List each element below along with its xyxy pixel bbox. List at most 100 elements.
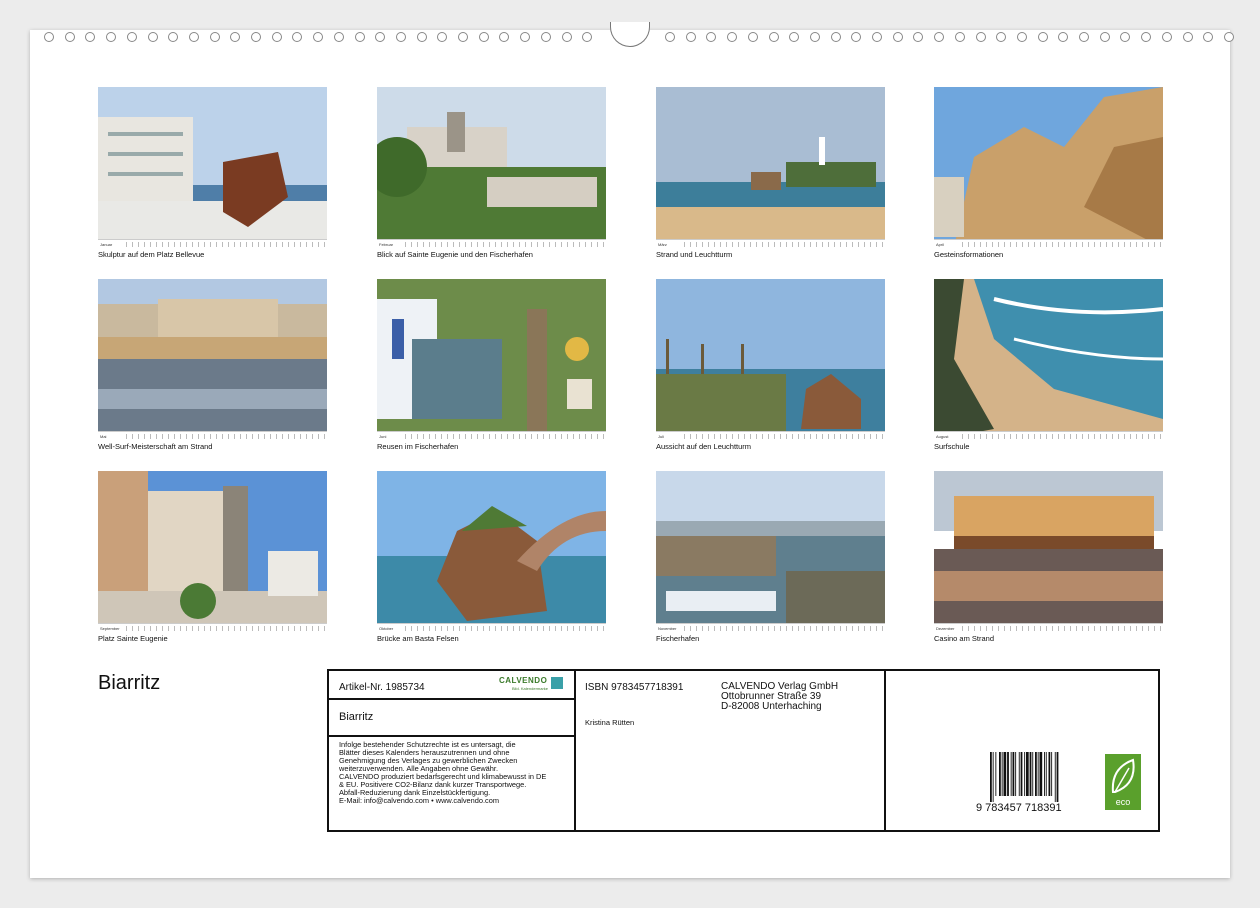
month-label: Dezember (936, 625, 955, 631)
photo-image (656, 279, 885, 440)
binding-hole (458, 32, 468, 42)
publisher-line: D-82008 Unterhaching (721, 701, 822, 712)
month-strip: Januar (98, 239, 327, 248)
month-strip: April (934, 239, 1163, 248)
barcode-bar (990, 752, 992, 802)
barcode-bar (1045, 752, 1047, 796)
barcode-bar (1035, 752, 1037, 796)
month-label: Februar (379, 241, 394, 247)
photo-caption: Casino am Strand (934, 634, 995, 643)
month-strip: Mai (98, 431, 327, 440)
binding-hole (561, 32, 572, 42)
barcode-bar (999, 752, 1001, 796)
photo-caption: Skulptur auf dem Platz Bellevue (98, 250, 205, 259)
photo-thumbnail[interactable]: Oktober (377, 471, 606, 632)
barcode-bar (1007, 752, 1009, 796)
binding-hole (540, 32, 551, 42)
binding-hole (1203, 32, 1214, 42)
author: Kristina Rütten (585, 718, 635, 727)
month-label: Januar (100, 241, 113, 247)
photo-thumbnail[interactable]: November (656, 471, 885, 632)
binding-hole (106, 32, 117, 42)
photo-thumbnail[interactable]: Juli (656, 279, 885, 440)
binding-hole (1182, 32, 1193, 42)
month-strip: November (656, 623, 885, 632)
binding-hole (665, 32, 675, 42)
barcode-bar (1010, 752, 1012, 796)
photo-thumbnail[interactable]: Juni (377, 279, 606, 440)
photo-image (377, 471, 606, 632)
binding-hole (768, 32, 779, 42)
box-title: Biarritz (339, 711, 374, 723)
month-strip: August (934, 431, 1163, 440)
photo-image (377, 279, 606, 440)
binding-hole (188, 32, 199, 42)
binding-hole (126, 32, 137, 42)
photo-caption: Strand und Leuchtturm (656, 250, 733, 259)
photo-caption: Surfschule (934, 442, 970, 451)
photo-thumbnail[interactable]: September (98, 471, 327, 632)
binding-hole (1099, 32, 1110, 42)
month-strip: Juli (656, 431, 885, 440)
binding-hole (478, 32, 489, 42)
binding-hole (685, 32, 696, 42)
photo-image (98, 87, 327, 248)
photo-image (934, 279, 1163, 440)
barcode-bar (1044, 752, 1045, 796)
photo-caption: Fischerhafen (656, 634, 700, 643)
barcode-bar (1048, 752, 1051, 796)
month-label: September (100, 625, 120, 631)
photo-thumbnail[interactable]: Mai (98, 279, 327, 440)
binding-hole (727, 32, 738, 42)
legal-line: E-Mail: info@calvendo.com • www.calvendo… (339, 796, 500, 805)
photo-thumbnail[interactable]: Februar (377, 87, 606, 248)
eco-label: eco (1115, 797, 1131, 807)
binding-hole (395, 32, 406, 42)
binding-hole (996, 32, 1007, 42)
barcode-bar (1037, 752, 1039, 796)
binding-hole (209, 32, 220, 42)
binding-hole (1120, 32, 1131, 42)
calvendo-logo-icon (551, 677, 563, 689)
barcode-bar (1024, 752, 1026, 796)
binding-hole (582, 32, 593, 42)
binding-hole (851, 32, 862, 42)
photo-thumbnail[interactable]: Januar (98, 87, 327, 248)
photo-caption: Brücke am Basta Felsen (377, 634, 459, 643)
barcode-bar (1001, 752, 1003, 796)
photo-thumbnail[interactable]: Dezember (934, 471, 1163, 632)
binding-hole (375, 32, 386, 42)
barcode (990, 752, 1059, 802)
binding-hole (499, 32, 510, 42)
binding-hole (1058, 32, 1069, 42)
month-label: Mai (100, 433, 107, 439)
month-label: November (658, 625, 677, 631)
photo-image (377, 87, 606, 248)
calvendo-logo-sub: Bild. Kalendermarke (512, 686, 549, 691)
binding-hole (1016, 32, 1027, 42)
photo-thumbnail[interactable]: März (656, 87, 885, 248)
calendar-title: Biarritz (98, 672, 161, 694)
article-number: Artikel-Nr. 1985734 (339, 682, 425, 693)
month-label: Juni (379, 433, 387, 439)
barcode-bar (1003, 752, 1007, 796)
photo-thumbnail[interactable]: April (934, 87, 1163, 248)
month-label: August (936, 433, 949, 439)
eco-badge: eco (1105, 754, 1141, 810)
legal-text: Infolge bestehender Schutzrechte ist es … (339, 741, 571, 805)
binding-hole (954, 32, 965, 42)
barcode-bar (995, 752, 997, 796)
binding-hole (872, 32, 882, 42)
binding-hole (975, 32, 986, 42)
photo-image (98, 279, 327, 440)
barcode-bar (1056, 752, 1059, 802)
photo-caption: Blick auf Sainte Eugenie und den Fischer… (377, 250, 533, 259)
photo-thumbnail[interactable]: August (934, 279, 1163, 440)
binding-hole (271, 32, 282, 42)
binding-hole (747, 32, 758, 42)
binding-hole (1079, 32, 1089, 42)
month-strip: März (656, 239, 885, 248)
barcode-bar (1020, 752, 1023, 796)
binding-hole (809, 32, 820, 42)
binding-hole (1161, 32, 1172, 42)
